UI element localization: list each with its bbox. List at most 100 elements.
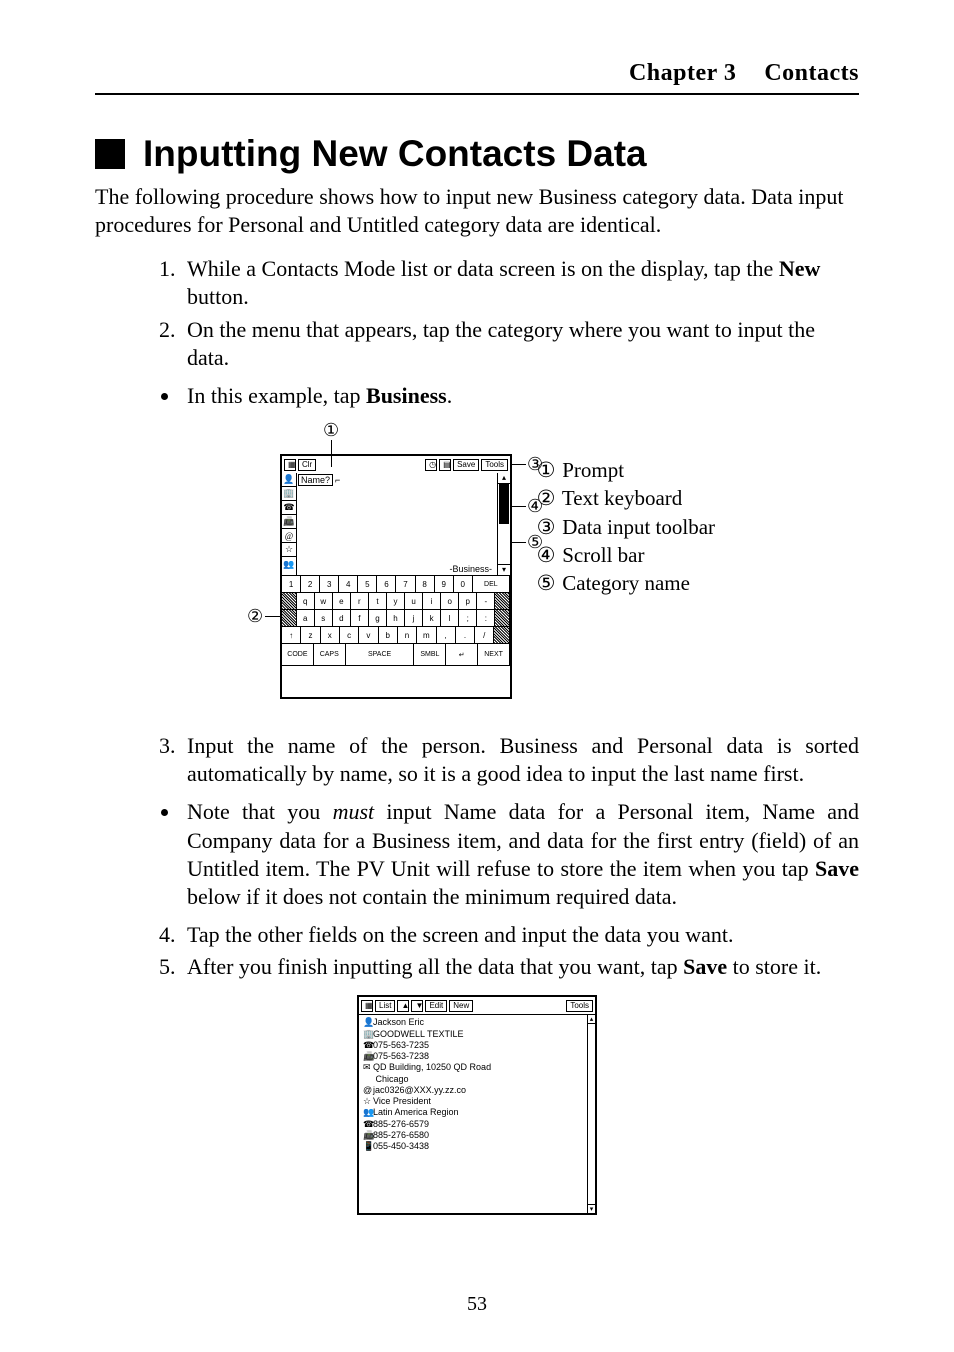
tools-button[interactable]: Tools (566, 1000, 593, 1012)
row-icon: ☆ (363, 1096, 373, 1107)
key[interactable]: e (333, 593, 351, 610)
field-icon[interactable]: ☆ (282, 543, 296, 557)
key[interactable]: 0 (454, 576, 473, 593)
down-button[interactable]: ▼ (411, 1000, 423, 1012)
key[interactable]: 6 (377, 576, 396, 593)
key[interactable]: k (423, 610, 441, 627)
row-text: QD Building, 10250 QD Road (373, 1062, 491, 1072)
spacer-key[interactable] (494, 627, 510, 644)
row-icon: ☎ (363, 1119, 373, 1130)
shift-key[interactable]: ↑ (282, 627, 301, 644)
list-button[interactable]: List (375, 1000, 395, 1012)
key[interactable]: l (441, 610, 459, 627)
key-next[interactable]: NEXT (478, 644, 510, 666)
data-input-toolbar: ▦ Clr ◷ ▤ Save Tools (282, 456, 510, 473)
scroll-down-icon[interactable]: ▾ (498, 564, 510, 575)
key[interactable]: j (405, 610, 423, 627)
key[interactable]: p (459, 593, 477, 610)
key[interactable]: v (359, 627, 378, 644)
key[interactable]: 8 (416, 576, 435, 593)
key-caps[interactable]: CAPS (314, 644, 346, 666)
key[interactable]: s (315, 610, 333, 627)
key[interactable]: m (417, 627, 436, 644)
key[interactable]: 9 (435, 576, 454, 593)
key[interactable]: w (315, 593, 333, 610)
scroll-bar[interactable]: ▴ ▾ (497, 473, 510, 575)
key[interactable]: 7 (396, 576, 415, 593)
key[interactable]: / (475, 627, 494, 644)
spacer-key[interactable] (282, 593, 297, 610)
key-code[interactable]: CODE (282, 644, 314, 666)
field-icon[interactable]: ☎ (282, 501, 296, 515)
key[interactable]: , (437, 627, 456, 644)
key[interactable]: c (340, 627, 359, 644)
key[interactable]: 2 (301, 576, 320, 593)
row-icon: ✉ (363, 1062, 373, 1073)
edit-button[interactable]: Edit (425, 1000, 447, 1012)
key-↵[interactable]: ↵ (446, 644, 478, 666)
key[interactable]: 5 (358, 576, 377, 593)
row-text: 075-563-7235 (373, 1040, 429, 1050)
field-icon[interactable]: 🏢 (282, 487, 296, 501)
scroll-up-icon[interactable]: ▴ (588, 1015, 595, 1024)
key-space[interactable]: SPACE (346, 644, 415, 666)
spacer-key[interactable] (495, 593, 510, 610)
scroll-down-icon[interactable]: ▾ (588, 1204, 595, 1213)
new-button[interactable]: New (449, 1000, 473, 1012)
step-1: While a Contacts Mode list or data scree… (181, 255, 859, 311)
scroll-thumb[interactable] (499, 484, 509, 524)
key[interactable]: g (369, 610, 387, 627)
key[interactable]: r (351, 593, 369, 610)
scroll-bar[interactable]: ▴ ▾ (587, 1015, 595, 1213)
disk-icon[interactable]: ▤ (439, 459, 451, 471)
key[interactable]: o (441, 593, 459, 610)
field-icon[interactable]: 👤 (282, 473, 296, 487)
key[interactable]: y (387, 593, 405, 610)
key[interactable]: z (301, 627, 320, 644)
key[interactable]: 4 (339, 576, 358, 593)
key[interactable]: b (379, 627, 398, 644)
figure-2: ▦ List ▲ ▼ Edit New Tools 👤Jackson Eric🏢… (95, 995, 859, 1285)
key[interactable]: u (405, 593, 423, 610)
field-icon[interactable]: 👥 (282, 557, 296, 571)
key[interactable]: 1 (282, 576, 301, 593)
name-prompt: Name? (298, 474, 333, 486)
tools-button[interactable]: Tools (481, 459, 508, 471)
row-icon: 📱 (363, 1141, 373, 1152)
key[interactable]: . (456, 627, 475, 644)
key[interactable]: a (297, 610, 315, 627)
key[interactable]: 3 (320, 576, 339, 593)
key[interactable]: ; (459, 610, 477, 627)
row-text: 055-450-3438 (373, 1141, 429, 1151)
key[interactable]: : (477, 610, 495, 627)
menu-icon[interactable]: ▦ (284, 459, 296, 471)
key-smbl[interactable]: SMBL (414, 644, 446, 666)
row-text: Latin America Region (373, 1107, 459, 1117)
field-icon[interactable]: @ (282, 529, 296, 543)
key[interactable]: d (333, 610, 351, 627)
spacer-key[interactable] (282, 610, 297, 627)
note-example: In this example, tap Business. (181, 382, 859, 410)
key-row-1: 1234567890DEL (282, 576, 510, 593)
spacer-key[interactable] (495, 610, 510, 627)
del-key[interactable]: DEL (473, 576, 510, 593)
menu-icon[interactable]: ▦ (361, 1000, 373, 1012)
key[interactable]: f (351, 610, 369, 627)
key[interactable]: x (321, 627, 340, 644)
text-keyboard[interactable]: 1234567890DEL qwertyuiop- asdfghjkl;: ↑z… (282, 576, 510, 666)
clr-button[interactable]: Clr (298, 459, 316, 471)
key[interactable]: n (398, 627, 417, 644)
note-must: Note that you must input Name data for a… (181, 798, 859, 911)
key[interactable]: - (477, 593, 495, 610)
field-icon[interactable]: 📠 (282, 515, 296, 529)
key[interactable]: q (297, 593, 315, 610)
clock-icon[interactable]: ◷ (425, 459, 437, 471)
key[interactable]: i (423, 593, 441, 610)
key[interactable]: t (369, 593, 387, 610)
key-row-3: asdfghjkl;: (282, 610, 510, 627)
up-button[interactable]: ▲ (397, 1000, 409, 1012)
save-button[interactable]: Save (453, 459, 479, 471)
callout-4-line (512, 506, 526, 507)
scroll-up-icon[interactable]: ▴ (498, 473, 510, 484)
key[interactable]: h (387, 610, 405, 627)
